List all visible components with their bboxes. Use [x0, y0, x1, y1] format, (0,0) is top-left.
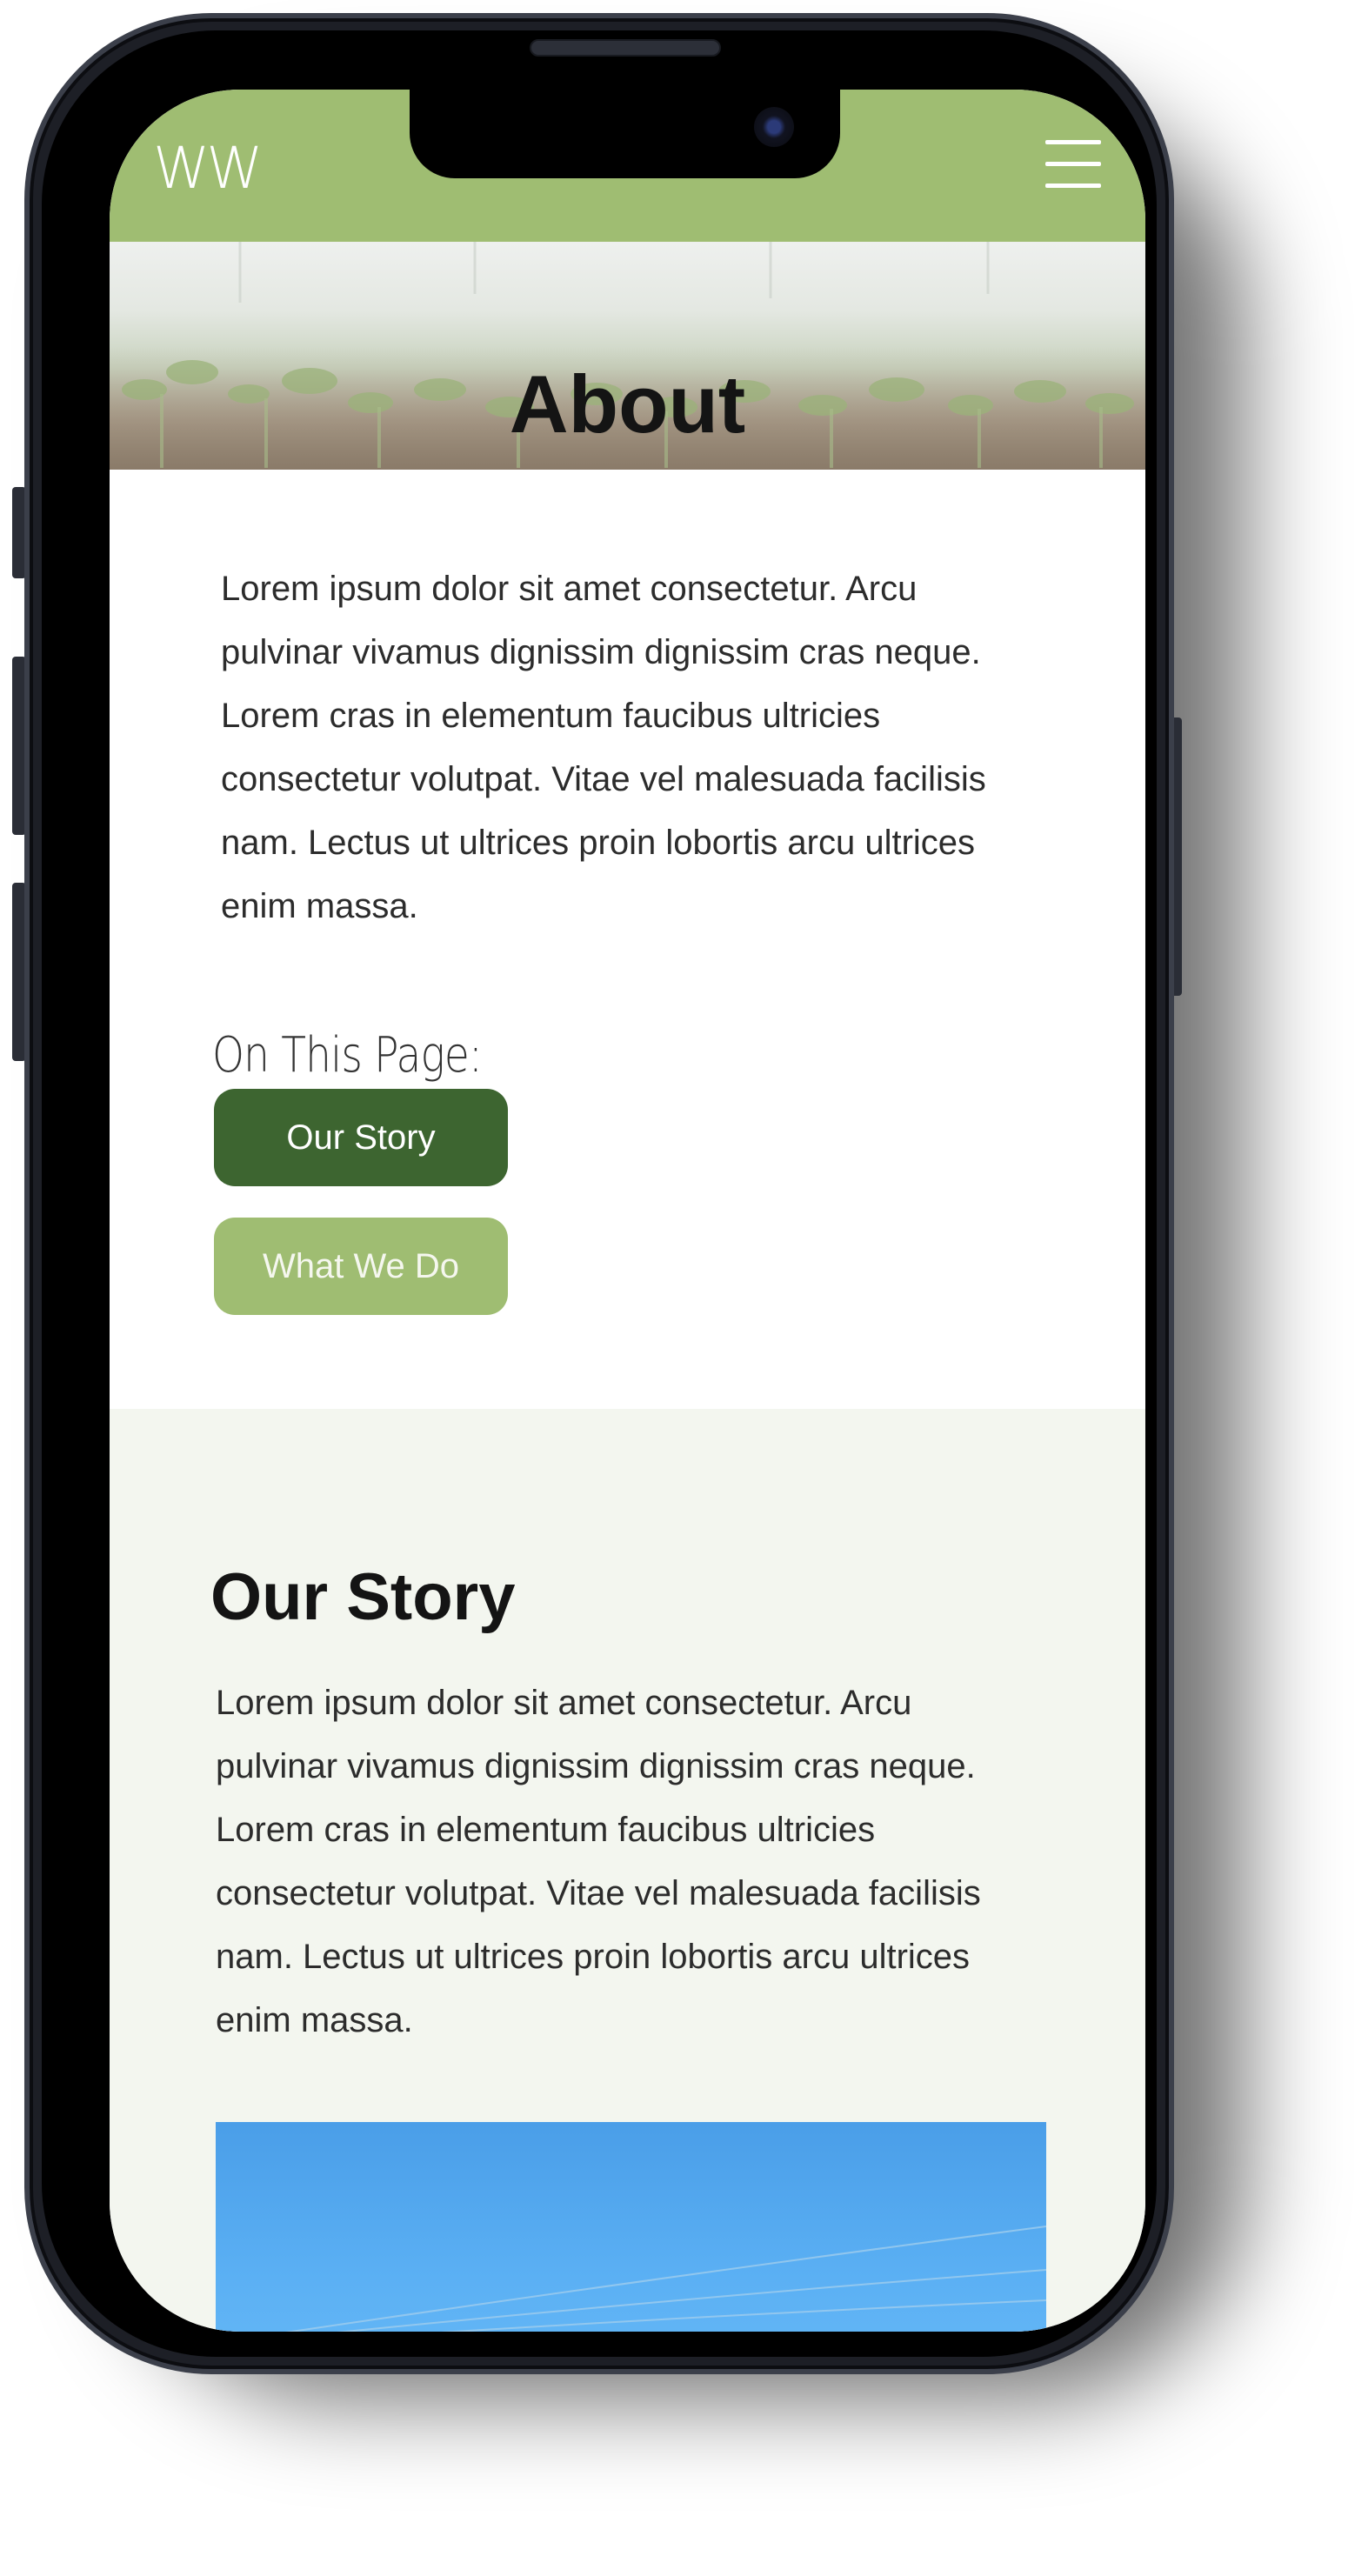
mockup-stage: WW About Lorem ipsum dolor sit amet cons… [0, 0, 1368, 2576]
menu-line [1045, 184, 1101, 188]
our-story-heading: Our Story [210, 1560, 516, 1635]
phone-frame: WW About Lorem ipsum dolor sit amet cons… [24, 13, 1174, 2374]
phone-screen: WW About Lorem ipsum dolor sit amet cons… [110, 90, 1145, 2332]
on-this-page-heading: On This Page: [212, 1027, 483, 1084]
menu-line [1045, 140, 1101, 144]
notch [410, 90, 840, 178]
what-we-do-button[interactable]: What We Do [214, 1218, 508, 1315]
hero-banner: About [110, 242, 1145, 470]
intro-paragraph: Lorem ipsum dolor sit amet consectetur. … [221, 570, 986, 925]
page-title: About [509, 357, 746, 450]
menu-line [1045, 162, 1101, 166]
front-camera-icon [754, 107, 794, 147]
our-story-button[interactable]: Our Story [214, 1089, 508, 1186]
power-lines-graphic [285, 2226, 1046, 2332]
earpiece-speaker [530, 39, 721, 57]
site-logo[interactable]: WW [153, 135, 264, 202]
our-story-paragraph: Lorem ipsum dolor sit amet consectetur. … [216, 1684, 981, 2039]
our-story-section: Our Story Lorem ipsum dolor sit amet con… [110, 1409, 1145, 2332]
hamburger-menu-icon[interactable] [1045, 140, 1101, 189]
sky-photo [216, 2122, 1046, 2332]
